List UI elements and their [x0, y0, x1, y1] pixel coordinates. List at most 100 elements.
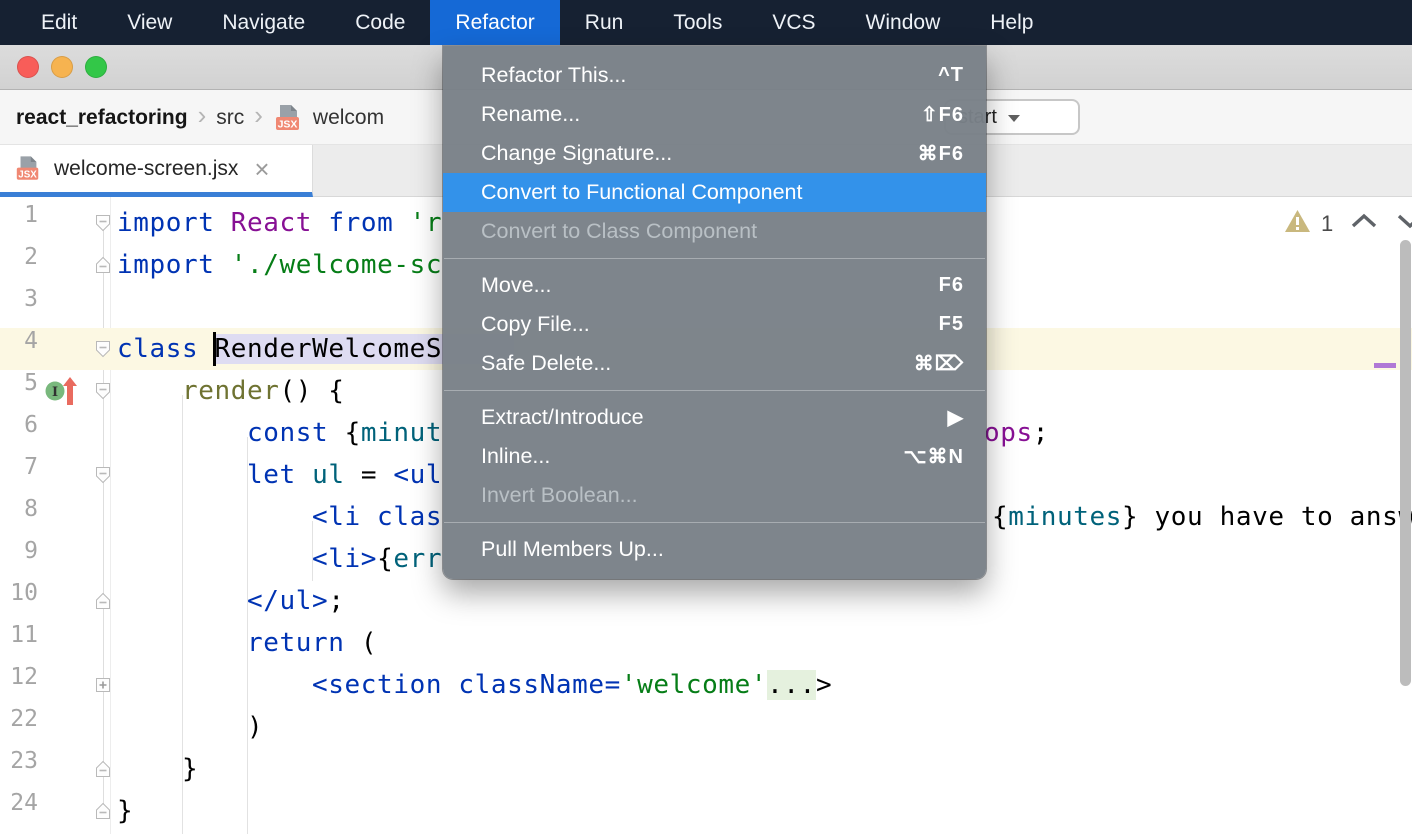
code-text: </ul>;: [117, 580, 345, 622]
menu-item-shortcut: F5: [939, 313, 964, 336]
breadcrumb-file[interactable]: welcom: [313, 106, 384, 130]
code-text: <section className='welcome'...>: [117, 664, 832, 706]
code-text: }: [117, 748, 198, 790]
text-caret: [213, 332, 216, 366]
svg-text:JSX: JSX: [277, 118, 297, 130]
breadcrumb-separator-icon: ›: [254, 100, 263, 131]
code-text: {minutes} you have to answ: [992, 496, 1412, 538]
menu-item-label: Pull Members Up...: [481, 537, 664, 562]
tab-welcome-screen[interactable]: JSX welcome-screen.jsx ×: [0, 145, 313, 197]
menubar-item-navigate[interactable]: Navigate: [197, 0, 330, 45]
menu-separator: [444, 258, 985, 259]
menu-item-shortcut: ^T: [938, 64, 964, 87]
editor-scrollbar[interactable]: [1400, 240, 1411, 686]
breadcrumb: react_refactoring › src › JSX welcom: [16, 90, 384, 145]
code-text: <li clas: [117, 496, 442, 538]
menubar-item-refactor[interactable]: Refactor: [430, 0, 559, 45]
code-text: return (: [117, 622, 377, 664]
chevron-down-icon: [1007, 106, 1021, 129]
menu-item-shortcut: ⌘F6: [918, 141, 964, 166]
menu-item-label: Extract/Introduce: [481, 405, 644, 430]
menu-item-shortcut: ⌘⌦: [914, 351, 964, 376]
next-warning-chevron-icon[interactable]: [1397, 213, 1412, 234]
menu-item-pull-members-up[interactable]: Pull Members Up...: [443, 530, 986, 569]
menubar-item-tools[interactable]: Tools: [648, 0, 747, 45]
code-text: }: [117, 790, 133, 832]
menu-item-extract-introduce[interactable]: Extract/Introduce▶: [443, 398, 986, 437]
menubar-item-edit[interactable]: Edit: [16, 0, 102, 45]
code-text: ops;: [984, 412, 1049, 454]
line-number: 2: [0, 244, 38, 286]
line-number: 1: [0, 202, 38, 244]
code-text: import React from 'r: [117, 202, 442, 244]
menu-item-move[interactable]: Move...F6: [443, 266, 986, 305]
menu-item-convert-to-functional-component[interactable]: Convert to Functional Component: [443, 173, 986, 212]
refactor-menu: Refactor This... ^T Rename... ⇧F6 Change Sig…: [443, 46, 986, 579]
breadcrumb-folder[interactable]: src: [216, 106, 244, 130]
menu-item-copy-file[interactable]: Copy File...F5: [443, 305, 986, 344]
menu-item-label: Safe Delete...: [481, 351, 611, 376]
menubar-item-code[interactable]: Code: [330, 0, 430, 45]
warning-triangle-icon: [1284, 209, 1311, 238]
line-number: 24: [0, 790, 38, 832]
svg-text:JSX: JSX: [18, 169, 37, 180]
breadcrumb-project[interactable]: react_refactoring: [16, 106, 188, 130]
ide-window: EditViewNavigateCodeRefactorRunToolsVCSW…: [0, 0, 1412, 834]
code-text: let ul = <ul: [117, 454, 442, 496]
menu-item-safe-delete[interactable]: Safe Delete... ⌘⌦: [443, 344, 986, 383]
warning-count: 1: [1321, 211, 1333, 237]
inspection-widget[interactable]: 1: [1284, 209, 1412, 238]
zoom-window-button[interactable]: [85, 56, 107, 78]
menu-item-label: Move...: [481, 273, 552, 298]
menubar-item-vcs[interactable]: VCS: [747, 0, 840, 45]
line-number: 23: [0, 748, 38, 790]
menu-item-invert-boolean: Invert Boolean...: [443, 476, 986, 515]
fold-toggle-icon[interactable]: [93, 213, 113, 233]
menu-item-convert-to-class-component: Convert to Class Component: [443, 212, 986, 251]
menu-item-refactor-this[interactable]: Refactor This... ^T: [443, 56, 986, 95]
menu-item-shortcut: ⌥⌘N: [904, 444, 965, 469]
tab-title: welcome-screen.jsx: [54, 157, 238, 181]
menubar-item-run[interactable]: Run: [560, 0, 649, 45]
fold-toggle-icon[interactable]: [93, 759, 113, 779]
fold-toggle-icon[interactable]: [93, 339, 113, 359]
navigate-up-arrow-icon[interactable]: [61, 376, 79, 411]
code-text: const {minut: [117, 412, 442, 454]
code-text: import './welcome-sc: [117, 244, 442, 286]
menu-item-change-signature[interactable]: Change Signature...⌘F6: [443, 134, 986, 173]
menubar-item-view[interactable]: View: [102, 0, 197, 45]
fold-toggle-icon[interactable]: [93, 591, 113, 611]
svg-text:I: I: [52, 385, 58, 400]
line-number: 12: [0, 664, 38, 706]
fold-toggle-icon[interactable]: [93, 381, 113, 401]
menubar-item-window[interactable]: Window: [841, 0, 966, 45]
menu-item-label: Refactor This...: [481, 63, 626, 88]
line-number: 7: [0, 454, 38, 496]
line-number: 3: [0, 286, 38, 328]
menu-separator: [444, 522, 985, 523]
close-tab-icon[interactable]: ×: [254, 156, 269, 182]
menubar-item-help[interactable]: Help: [965, 0, 1058, 45]
previous-warning-chevron-icon[interactable]: [1351, 213, 1377, 234]
line-number: 10: [0, 580, 38, 622]
code-text: ): [117, 706, 263, 748]
breadcrumb-separator-icon: ›: [198, 100, 207, 131]
menu-item-rename[interactable]: Rename... ⇧F6: [443, 95, 986, 134]
error-stripe-mark[interactable]: [1374, 363, 1396, 368]
menu-item-label: Inline...: [481, 444, 550, 469]
jsx-file-icon: JSX: [14, 155, 42, 182]
minimize-window-button[interactable]: [51, 56, 73, 78]
menu-item-label: Rename...: [481, 102, 580, 127]
line-number: 8: [0, 496, 38, 538]
fold-toggle-icon[interactable]: [93, 255, 113, 275]
menu-item-inline[interactable]: Inline... ⌥⌘N: [443, 437, 986, 476]
menu-separator: [444, 390, 985, 391]
line-number: 5: [0, 370, 38, 412]
line-number: 22: [0, 706, 38, 748]
fold-toggle-icon[interactable]: [93, 801, 113, 821]
close-window-button[interactable]: [17, 56, 39, 78]
fold-toggle-icon[interactable]: [93, 465, 113, 485]
fold-expand-icon[interactable]: [93, 675, 113, 695]
menu-item-shortcut: ⇧F6: [921, 102, 964, 127]
jsx-file-icon: JSX: [273, 104, 303, 132]
